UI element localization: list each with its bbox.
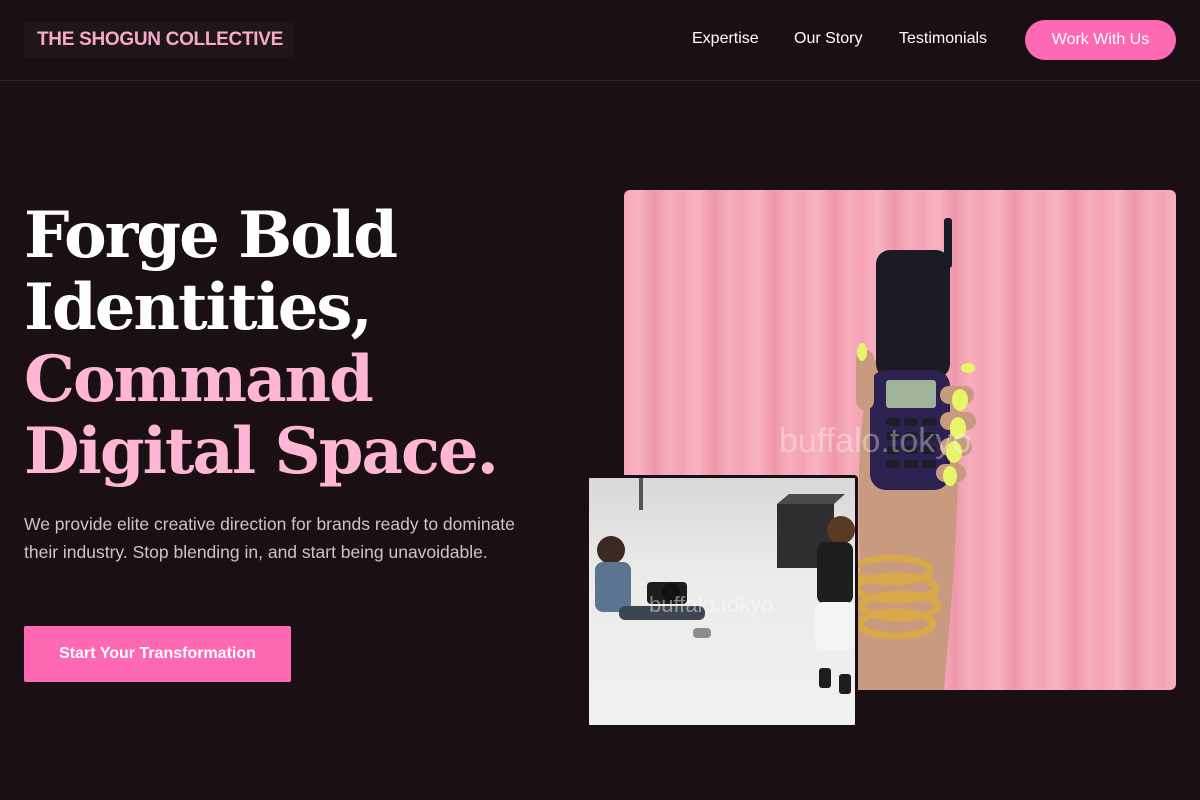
logo[interactable]: THE SHOGUN COLLECTIVE [24, 22, 294, 58]
headline-line-4: Digital Space. [24, 414, 499, 489]
hero-image-photographer: buffalo.tokyo [586, 475, 858, 728]
headline-line-3: Command [24, 342, 374, 417]
hero-subtext: We provide elite creative direction for … [24, 514, 515, 562]
headline-line-1: Forge Bold [24, 198, 398, 273]
watermark: buffalo.tokyo [779, 422, 972, 460]
headline-line-2: Identities, [24, 270, 373, 345]
watermark-secondary: buffalo.tokyo [649, 592, 774, 617]
nav-link-expertise[interactable]: Expertise [692, 30, 759, 48]
site-header: THE SHOGUN COLLECTIVE Expertise Our Stor… [0, 0, 1200, 81]
nav-link-our-story[interactable]: Our Story [794, 30, 862, 48]
work-with-us-button[interactable]: Work With Us [1025, 20, 1176, 60]
nav-link-testimonials[interactable]: Testimonials [899, 30, 987, 48]
hero-headline: Forge Bold Identities, Command Digital S… [24, 200, 584, 488]
start-transformation-button[interactable]: Start Your Transformation [24, 626, 291, 682]
